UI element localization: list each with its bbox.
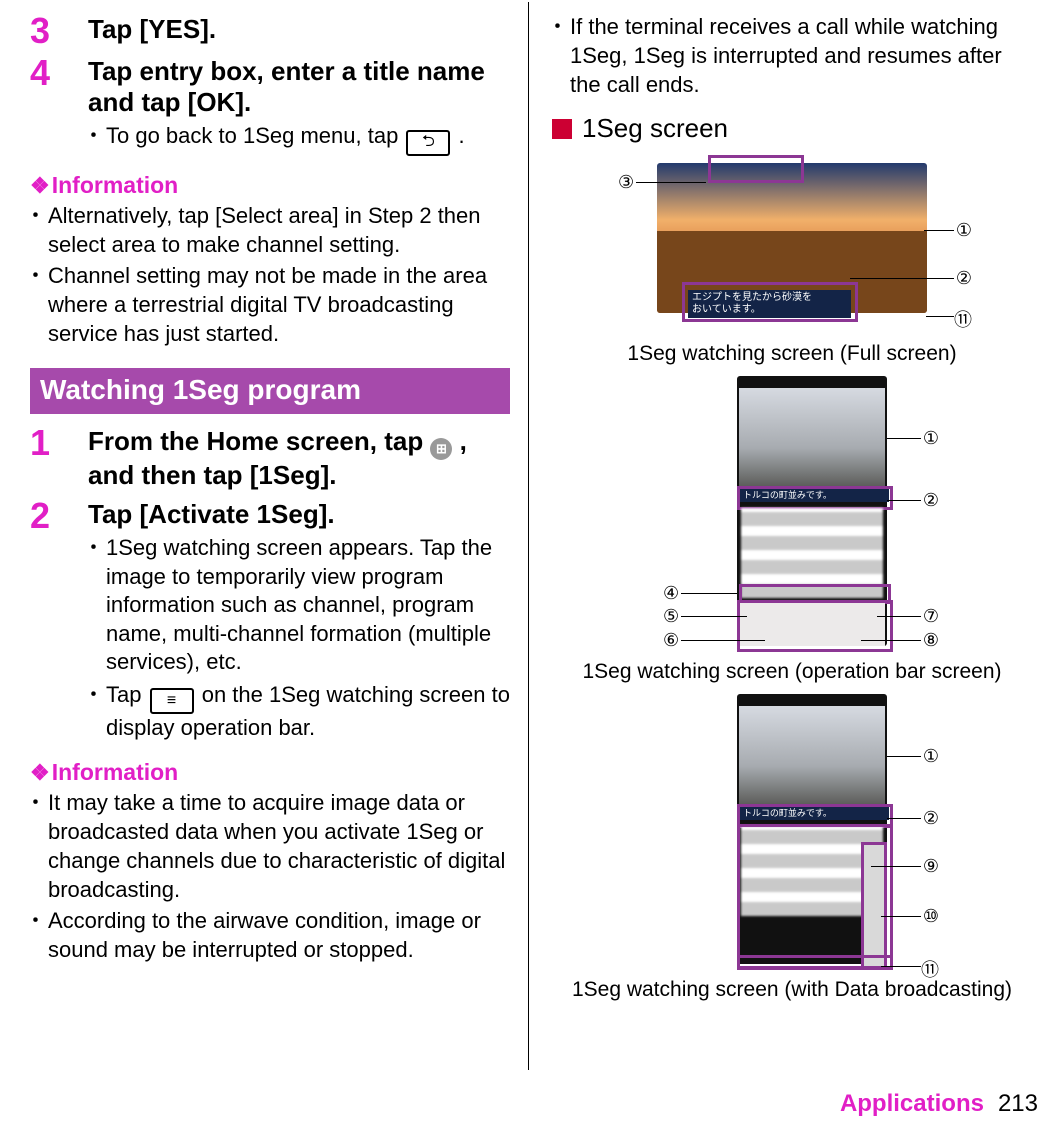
callout-3: ③: [618, 172, 634, 193]
step-number: 1: [30, 424, 88, 493]
bullet-dot: ･: [552, 12, 570, 99]
figure-caption: 1Seg watching screen (with Data broadcas…: [552, 978, 1032, 1002]
callout-9: ⑨: [923, 856, 939, 877]
step-3: 3 Tap [YES].: [30, 12, 510, 50]
step-number: 3: [30, 12, 88, 50]
figure-caption: 1Seg watching screen (Full screen): [552, 342, 1032, 366]
right-column: ･ If the terminal receives a call while …: [546, 12, 1032, 1130]
info-heading: ❖Information: [30, 172, 510, 199]
step-title: From the Home screen, tap ⊞ , and then t…: [88, 426, 510, 491]
callout-1: ①: [923, 428, 939, 449]
region-marker: [708, 155, 804, 183]
callout-6: ⑥: [663, 630, 679, 651]
bullet-dot: ･: [88, 534, 106, 563]
callout-8: ⑧: [923, 630, 939, 651]
callout-2: ②: [923, 490, 939, 511]
callout-2: ②: [956, 268, 972, 289]
subsection-heading: 1Seg screen: [552, 113, 1032, 144]
bullet-dot: ･: [30, 788, 48, 904]
step-title: Tap entry box, enter a title name and ta…: [88, 56, 510, 118]
step-number: 4: [30, 54, 88, 156]
region-marker: [682, 282, 858, 322]
callout-2: ②: [923, 808, 939, 829]
step-title: Tap [Activate 1Seg].: [88, 499, 510, 530]
section-name: Applications: [840, 1090, 984, 1118]
page: 3 Tap [YES]. 4 Tap entry box, enter a ti…: [0, 0, 1060, 1130]
callout-4: ④: [663, 583, 679, 604]
figure-caption: 1Seg watching screen (operation bar scre…: [552, 660, 1032, 684]
step-subtext: ･ Tap ≡ on the 1Seg watching screen to d…: [88, 681, 510, 743]
info-bullet: ･ It may take a time to acquire image da…: [30, 788, 510, 904]
bullet-dot: ･: [30, 261, 48, 348]
step-w2: 2 Tap [Activate 1Seg]. ･ 1Seg watching s…: [30, 497, 510, 743]
diamond-icon: ❖: [30, 173, 50, 198]
text: Tap: [106, 682, 148, 707]
text: .: [459, 123, 465, 148]
bullet-dot: ･: [88, 681, 106, 710]
page-number: 213: [998, 1090, 1038, 1118]
region-marker: [737, 955, 893, 969]
menu-key-icon: ≡: [150, 688, 194, 714]
step-w1: 1 From the Home screen, tap ⊞ , and then…: [30, 424, 510, 493]
page-footer: Applications 213: [840, 1090, 1038, 1118]
callout-7: ⑦: [923, 606, 939, 627]
callout-5: ⑤: [663, 606, 679, 627]
bullet-dot: ･: [88, 122, 106, 151]
bullet-dot: ･: [30, 906, 48, 964]
info-bullet: ･ Channel setting may not be made in the…: [30, 261, 510, 348]
step-4: 4 Tap entry box, enter a title name and …: [30, 54, 510, 156]
step-subtext: ･ To go back to 1Seg menu, tap ⮌ .: [88, 122, 510, 155]
step-title: Tap [YES].: [88, 14, 510, 45]
back-key-icon: ⮌: [406, 130, 450, 156]
diamond-icon: ❖: [30, 760, 50, 785]
region-marker: [861, 842, 887, 970]
callout-11: ⑪: [954, 306, 972, 332]
region-marker: [737, 600, 893, 652]
callout-1: ①: [956, 220, 972, 241]
callout-10: ⑩: [923, 906, 939, 927]
bullet-dot: ･: [30, 201, 48, 259]
step-subtext: ･ 1Seg watching screen appears. Tap the …: [88, 534, 510, 677]
text: To go back to 1Seg menu, tap: [106, 123, 404, 148]
section-heading: Watching 1Seg program: [30, 368, 510, 414]
info-bullet: ･ Alternatively, tap [Select area] in St…: [30, 201, 510, 259]
square-icon: [552, 119, 572, 139]
region-marker: [737, 486, 893, 510]
diagram-data: トルコの町並みです。 ① ② ⑨ ⑩ ⑪: [627, 694, 957, 974]
info-bullet: ･ If the terminal receives a call while …: [552, 12, 1032, 99]
callout-11: ⑪: [921, 956, 939, 982]
diagram-opbar: トルコの町並みです。 ① ② ④ ⑤ ⑥ ⑦ ⑧: [627, 376, 957, 656]
info-heading: ❖Information: [30, 759, 510, 786]
step-number: 2: [30, 497, 88, 743]
column-divider: [528, 2, 529, 1070]
info-bullet: ･ According to the airwave condition, im…: [30, 906, 510, 964]
callout-1: ①: [923, 746, 939, 767]
left-column: 3 Tap [YES]. 4 Tap entry box, enter a ti…: [30, 12, 510, 1130]
apps-circle-icon: ⊞: [430, 438, 452, 460]
diagram-fullscreen: エジプトを見たから砂漠を おいています。 ③ ① ② ⑪: [612, 158, 972, 338]
